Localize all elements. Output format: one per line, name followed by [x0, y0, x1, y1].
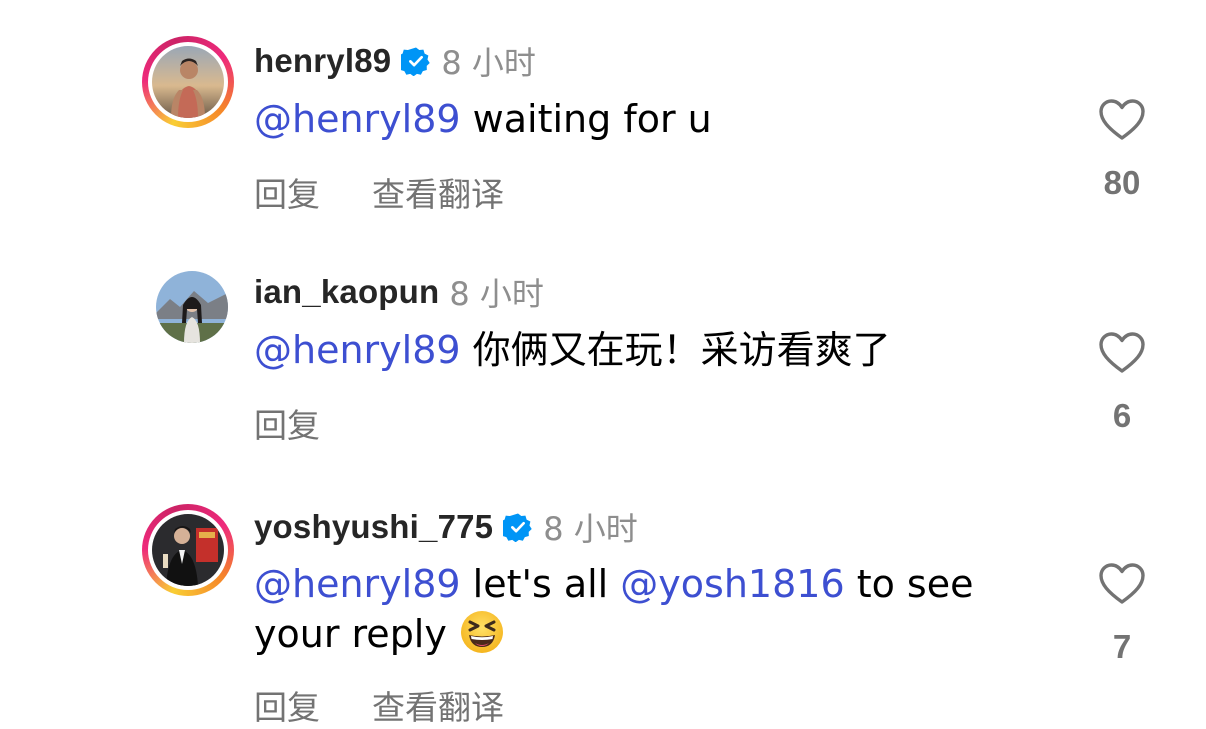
comment-header: henryl89 8 小时	[254, 41, 536, 82]
mention-link[interactable]: @henryl89	[254, 97, 461, 141]
comment-text-body: 你俩又在玩！采访看爽了	[460, 328, 891, 372]
like-group: 80	[1088, 98, 1156, 202]
comment-actions: 回复	[254, 399, 372, 447]
username[interactable]: henryl89	[254, 42, 391, 80]
reply-button[interactable]: 回复	[254, 681, 320, 729]
comment-text-body: waiting for u	[460, 97, 712, 141]
avatar-story-ring[interactable]	[142, 36, 234, 128]
grinning-squinting-face-icon	[459, 609, 505, 655]
like-group: 6	[1088, 331, 1156, 435]
like-count: 80	[1103, 164, 1141, 201]
comment-header: ian_kaopun 8 小时	[254, 272, 544, 313]
avatar	[152, 514, 224, 586]
comment-header: yoshyushi_775 8 小时	[254, 507, 638, 548]
comment-text: @henryl89 waiting for u	[254, 95, 1034, 144]
comment-text: @henryl89 let's all @yosh1816 to see you…	[254, 560, 1034, 659]
like-count: 7	[1112, 628, 1132, 665]
verified-badge-icon	[397, 46, 431, 77]
like-count: 6	[1112, 397, 1132, 434]
heart-icon[interactable]	[1088, 562, 1156, 606]
avatar-wrapper[interactable]	[156, 271, 228, 343]
avatar	[156, 271, 228, 343]
heart-icon[interactable]	[1088, 331, 1156, 375]
username[interactable]: ian_kaopun	[254, 273, 439, 311]
avatar	[152, 46, 224, 118]
like-group: 7	[1088, 562, 1156, 666]
mention-link[interactable]: @henryl89	[254, 562, 461, 606]
heart-icon[interactable]	[1088, 98, 1156, 142]
mention-link-2[interactable]: @yosh1816	[620, 562, 844, 606]
reply-button[interactable]: 回复	[254, 168, 320, 216]
comment-text-body: let's all	[460, 562, 621, 606]
username[interactable]: yoshyushi_775	[254, 508, 493, 546]
comment-actions: 回复 查看翻译	[254, 681, 556, 729]
timestamp: 8 小时	[543, 510, 638, 548]
comment-actions: 回复 查看翻译	[254, 168, 556, 216]
see-translation-button[interactable]: 查看翻译	[372, 681, 504, 729]
verified-badge-icon	[499, 512, 533, 543]
comment-text: @henryl89 你俩又在玩！采访看爽了	[254, 326, 1034, 375]
avatar-story-ring[interactable]	[142, 504, 234, 596]
reply-button[interactable]: 回复	[254, 399, 320, 447]
timestamp: 8 小时	[441, 44, 536, 82]
timestamp: 8 小时	[449, 275, 544, 313]
mention-link[interactable]: @henryl89	[254, 328, 461, 372]
see-translation-button[interactable]: 查看翻译	[372, 168, 504, 216]
